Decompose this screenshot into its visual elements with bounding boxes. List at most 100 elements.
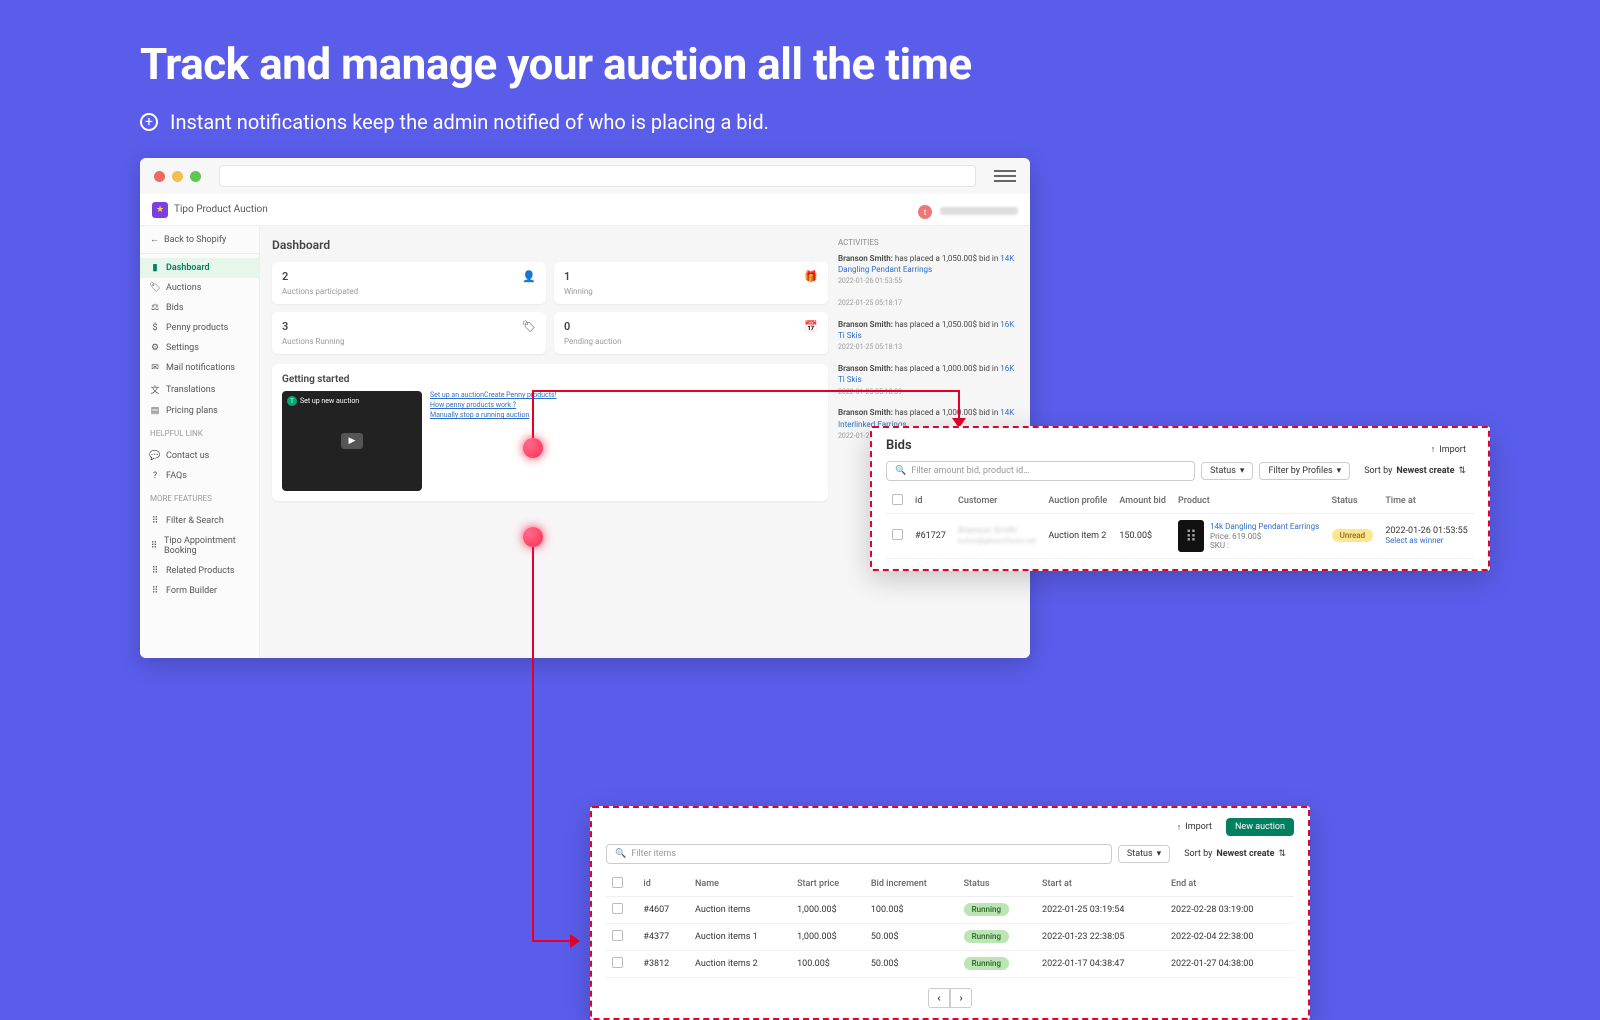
activities-header: ACTIVITIES <box>838 238 1018 247</box>
link-penny-works[interactable]: How penny products work ? <box>430 401 556 409</box>
bids-filter-input[interactable]: 🔍 Filter amount bid, product id… <box>886 461 1195 481</box>
next-page[interactable]: › <box>950 988 972 1008</box>
app-brand: ★ Tipo Product Auction <box>152 202 268 218</box>
activity-item: 2022-01-25 05:18:17 <box>838 297 1018 309</box>
sidebar-item-penny-products[interactable]: $Penny products <box>140 318 259 338</box>
product-image: ⠿ <box>1178 520 1204 552</box>
sidebar-item-auctions[interactable]: 🏷Auctions <box>140 278 259 298</box>
row-checkbox[interactable] <box>892 529 903 540</box>
profiles-filter[interactable]: Filter by Profiles▾ <box>1259 462 1350 480</box>
row-checkbox[interactable] <box>612 930 623 941</box>
nav-icon: ⠿ <box>150 541 158 551</box>
sidebar-more-header: MORE FEATURES <box>140 490 259 507</box>
row-checkbox[interactable] <box>612 957 623 968</box>
table-row[interactable]: #61727 Branson Smithbuhon@gleasoftware.n… <box>886 514 1474 559</box>
bids-table: id Customer Auction profile Amount bid P… <box>886 489 1474 559</box>
back-to-shopify[interactable]: ← Back to Shopify <box>140 226 259 254</box>
status-filter[interactable]: Status▾ <box>1118 845 1170 863</box>
card-icon: 📅 <box>804 320 818 333</box>
close-dot[interactable] <box>154 171 165 182</box>
activity-item: Branson Smith: has placed a 1,050.00$ bi… <box>838 253 1018 287</box>
sidebar-more-filter-&-search[interactable]: ⠿Filter & Search <box>140 511 259 531</box>
nav-icon: ⠿ <box>150 566 160 576</box>
dashboard-title: Dashboard <box>272 238 828 252</box>
annotation-dot <box>523 438 543 458</box>
sidebar-item-settings[interactable]: ⚙Settings <box>140 338 259 358</box>
chevron-down-icon: ▾ <box>1157 849 1162 859</box>
sidebar-item-pricing-plans[interactable]: ▤Pricing plans <box>140 401 259 421</box>
status-badge: Running <box>964 957 1009 970</box>
table-row[interactable]: #3812Auction items 2100.00$50.00$Running… <box>606 951 1294 978</box>
sidebar-item-dashboard[interactable]: ▮Dashboard <box>140 258 259 278</box>
nav-icon: ⚙ <box>150 343 160 353</box>
minimize-dot[interactable] <box>172 171 183 182</box>
prev-page[interactable]: ‹ <box>928 988 950 1008</box>
getting-started-title: Getting started <box>282 374 818 385</box>
status-badge: Running <box>964 903 1009 916</box>
sidebar-more-tipo-appointment-booking[interactable]: ⠿Tipo Appointment Booking <box>140 531 259 561</box>
select-all-checkbox[interactable] <box>612 877 623 888</box>
import-button[interactable]: ↑Import <box>1423 441 1474 458</box>
nav-icon: ? <box>150 471 160 481</box>
stat-card[interactable]: 0Pending auction📅 <box>554 312 828 354</box>
stat-card[interactable]: 2Auctions participated👤 <box>272 262 546 304</box>
nav-icon: $ <box>150 323 160 333</box>
nav-icon: ▮ <box>150 263 160 273</box>
status-filter[interactable]: Status▾ <box>1201 462 1253 480</box>
sort-button[interactable]: Sort by Newest create ⇅ <box>1356 463 1474 479</box>
annotation-dot <box>523 527 543 547</box>
nav-icon: ⠿ <box>150 586 160 596</box>
sidebar-help-contact-us[interactable]: 💬Contact us <box>140 446 259 466</box>
nav-icon: ⚖ <box>150 303 160 313</box>
chevron-down-icon: ▾ <box>1240 466 1245 476</box>
pagination: ‹ › <box>606 988 1294 1008</box>
upload-icon: ↑ <box>1431 444 1436 455</box>
plus-icon: + <box>140 113 158 131</box>
user-menu[interactable]: t <box>918 200 1018 220</box>
select-winner-link[interactable]: Select as winner <box>1385 536 1443 545</box>
row-checkbox[interactable] <box>612 903 623 914</box>
new-auction-button[interactable]: New auction <box>1226 818 1294 836</box>
upload-icon: ↑ <box>1177 822 1182 833</box>
maximize-dot[interactable] <box>190 171 201 182</box>
sidebar-item-bids[interactable]: ⚖Bids <box>140 298 259 318</box>
sidebar-more-form-builder[interactable]: ⠿Form Builder <box>140 581 259 601</box>
video-thumbnail[interactable]: TSet up new auction ▶ <box>282 391 422 491</box>
search-icon: 🔍 <box>615 849 626 859</box>
select-all-checkbox[interactable] <box>892 494 903 505</box>
auctions-filter-input[interactable]: 🔍 Filter items <box>606 844 1112 864</box>
table-row[interactable]: #4377Auction items 11,000.00$50.00$Runni… <box>606 924 1294 951</box>
activity-item: Branson Smith: has placed a 1,050.00$ bi… <box>838 319 1018 353</box>
card-icon: 🏷 <box>522 320 536 333</box>
activity-item: Branson Smith: has placed a 1,000.00$ bi… <box>838 363 1018 397</box>
nav-icon: 🏷 <box>150 283 160 293</box>
nav-icon: 文 <box>150 383 160 396</box>
url-bar[interactable] <box>219 165 976 187</box>
nav-icon: ▤ <box>150 406 160 416</box>
brand-icon: ★ <box>152 202 168 218</box>
status-badge: Running <box>964 930 1009 943</box>
sidebar-more-related-products[interactable]: ⠿Related Products <box>140 561 259 581</box>
card-icon: 🎁 <box>804 270 818 283</box>
product-link[interactable]: 14k Dangling Pendant Earrings <box>1210 522 1319 531</box>
stat-card[interactable]: 3Auctions Running🏷 <box>272 312 546 354</box>
sort-icon: ⇅ <box>1278 849 1286 859</box>
chevron-down-icon: ▾ <box>1337 466 1342 476</box>
sidebar-item-translations[interactable]: 文Translations <box>140 378 259 401</box>
nav-icon: ⠿ <box>150 516 160 526</box>
import-button[interactable]: ↑Import <box>1169 818 1220 836</box>
card-icon: 👤 <box>522 270 536 283</box>
arrow-left-icon: ← <box>150 234 159 245</box>
sidebar-help-faqs[interactable]: ?FAQs <box>140 466 259 486</box>
page-title: Track and manage your auction all the ti… <box>140 38 972 90</box>
bids-title: Bids <box>886 438 912 453</box>
sort-button[interactable]: Sort by Newest create ⇅ <box>1176 846 1294 862</box>
page-subtitle: + Instant notifications keep the admin n… <box>140 110 972 134</box>
hamburger-icon[interactable] <box>994 170 1016 182</box>
link-stop-auction[interactable]: Manually stop a running auction <box>430 411 556 419</box>
stat-card[interactable]: 1Winning🎁 <box>554 262 828 304</box>
table-row[interactable]: #4607Auction items1,000.00$100.00$Runnin… <box>606 897 1294 924</box>
avatar: t <box>918 205 932 219</box>
sidebar-item-mail-notifications[interactable]: ✉Mail notifications <box>140 358 259 378</box>
link-setup-auction[interactable]: Set up an auctionCreate Penny products! <box>430 391 556 399</box>
